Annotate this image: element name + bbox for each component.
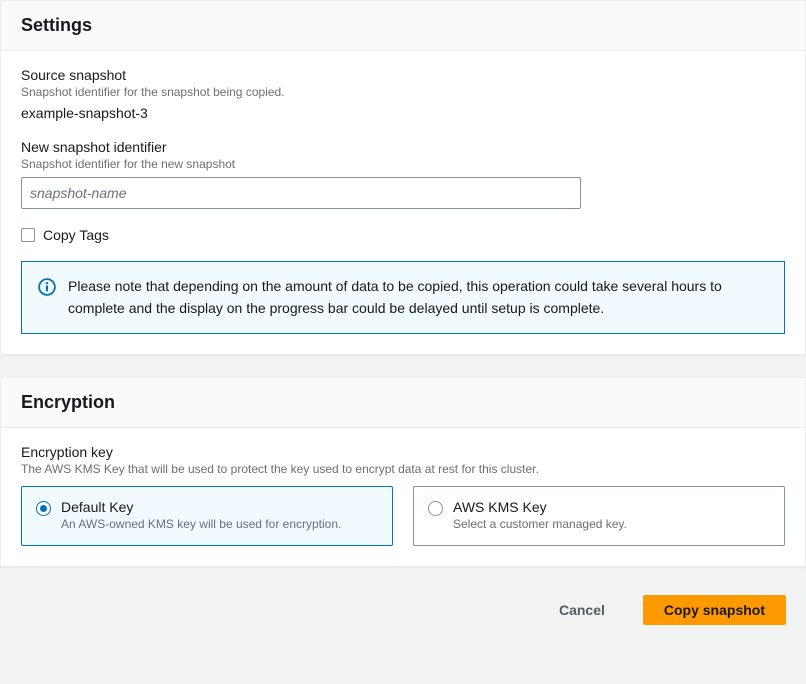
source-snapshot-desc: Snapshot identifier for the snapshot bei… xyxy=(21,85,785,99)
radio-default[interactable] xyxy=(36,501,51,516)
settings-header: Settings xyxy=(1,1,805,51)
radio-kms-desc: Select a customer managed key. xyxy=(453,517,627,531)
footer-actions: Cancel Copy snapshot xyxy=(0,589,806,627)
radio-default-title: Default Key xyxy=(61,499,341,515)
cancel-button[interactable]: Cancel xyxy=(539,596,625,624)
new-snapshot-field: New snapshot identifier Snapshot identif… xyxy=(21,139,785,209)
settings-panel: Settings Source snapshot Snapshot identi… xyxy=(0,0,806,355)
source-snapshot-field: Source snapshot Snapshot identifier for … xyxy=(21,67,785,121)
radio-default-desc: An AWS-owned KMS key will be used for en… xyxy=(61,517,341,531)
new-snapshot-input[interactable] xyxy=(21,177,581,209)
encryption-options: Default Key An AWS-owned KMS key will be… xyxy=(21,486,785,546)
copy-tags-checkbox[interactable] xyxy=(21,228,35,242)
source-snapshot-value: example-snapshot-3 xyxy=(21,105,785,121)
copy-tags-row[interactable]: Copy Tags xyxy=(21,227,785,243)
encryption-option-kms[interactable]: AWS KMS Key Select a customer managed ke… xyxy=(413,486,785,546)
radio-kms-title: AWS KMS Key xyxy=(453,499,627,515)
radio-default-content: Default Key An AWS-owned KMS key will be… xyxy=(61,499,341,531)
encryption-option-default[interactable]: Default Key An AWS-owned KMS key will be… xyxy=(21,486,393,546)
radio-default-dot xyxy=(40,505,47,512)
encryption-panel: Encryption Encryption key The AWS KMS Ke… xyxy=(0,377,806,567)
settings-title: Settings xyxy=(21,15,785,36)
encryption-title: Encryption xyxy=(21,392,785,413)
source-snapshot-label: Source snapshot xyxy=(21,67,785,83)
info-text: Please note that depending on the amount… xyxy=(68,276,768,319)
radio-kms-content: AWS KMS Key Select a customer managed ke… xyxy=(453,499,627,531)
encryption-body: Encryption key The AWS KMS Key that will… xyxy=(1,428,805,566)
encryption-header: Encryption xyxy=(1,378,805,428)
copy-snapshot-button[interactable]: Copy snapshot xyxy=(643,595,786,625)
new-snapshot-desc: Snapshot identifier for the new snapshot xyxy=(21,157,785,171)
info-icon xyxy=(38,278,56,296)
info-alert: Please note that depending on the amount… xyxy=(21,261,785,334)
new-snapshot-label: New snapshot identifier xyxy=(21,139,785,155)
copy-tags-label: Copy Tags xyxy=(43,227,109,243)
settings-body: Source snapshot Snapshot identifier for … xyxy=(1,51,805,354)
encryption-key-label: Encryption key xyxy=(21,444,785,460)
encryption-key-desc: The AWS KMS Key that will be used to pro… xyxy=(21,462,785,476)
radio-kms[interactable] xyxy=(428,501,443,516)
